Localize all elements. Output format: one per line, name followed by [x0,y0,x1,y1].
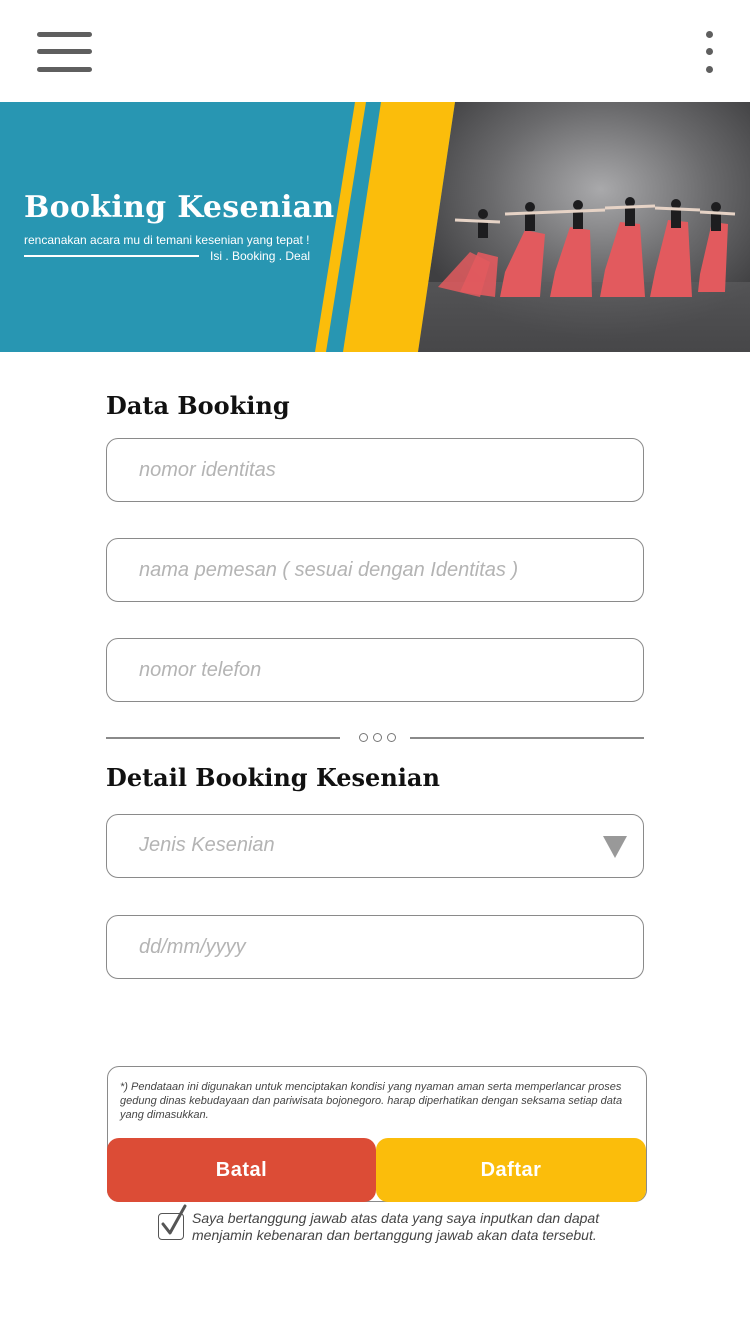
art-type-select[interactable]: Jenis Kesenian [106,814,644,878]
hamburger-menu-icon[interactable] [37,30,93,74]
banner-underline [24,255,199,257]
banner-subtitle: rencanakan acara mu di temani kesenian y… [24,233,310,247]
phone-number-input[interactable] [107,639,643,701]
date-field [106,915,644,979]
identity-number-field [106,438,644,502]
art-type-placeholder: Jenis Kesenian [139,834,275,856]
more-options-icon[interactable] [700,28,720,78]
top-app-bar [0,0,750,102]
note-text: *) Pendataan ini digunakan untuk mencipt… [120,1081,623,1121]
section-title-detail-booking: Detail Booking Kesenian [106,763,440,792]
identity-number-input[interactable] [107,439,643,501]
date-input[interactable] [107,916,643,978]
dropdown-arrow-icon [603,836,627,858]
customer-name-field [106,538,644,602]
customer-name-input[interactable] [107,539,643,601]
section-divider-right [410,737,644,739]
banner-title: Booking Kesenian [24,190,335,225]
divider-dots-icon [358,732,398,744]
cancel-button[interactable]: Batal [107,1138,376,1202]
submit-button[interactable]: Daftar [376,1138,646,1202]
banner-tagline: Isi . Booking . Deal [210,249,311,263]
banner-graphic [315,102,750,352]
checkmark-icon [161,1204,187,1235]
phone-number-field [106,638,644,702]
section-divider-left [106,737,340,739]
agreement-text: Saya bertanggung jawab atas data yang sa… [192,1210,600,1243]
hero-banner: Booking Kesenian rencanakan acara mu di … [0,102,750,352]
section-title-data-booking: Data Booking [106,391,290,420]
